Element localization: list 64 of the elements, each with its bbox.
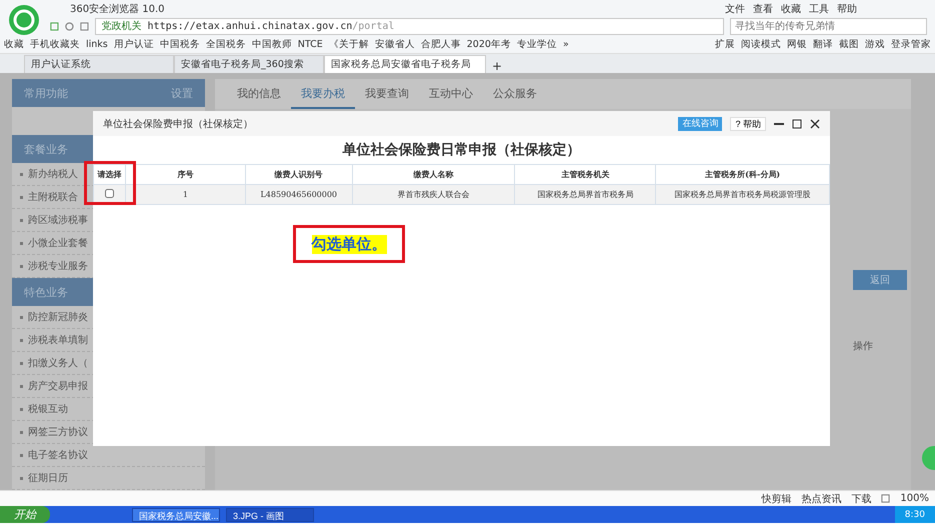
table-header: 请选择 [94, 164, 126, 185]
browser-tab[interactable]: 用户认证系统 [24, 55, 174, 74]
close-icon[interactable] [810, 118, 820, 129]
bookmark-link[interactable]: 全国税务 [206, 38, 246, 51]
start-button[interactable]: 开始 [0, 506, 50, 524]
toolbar-link[interactable]: 阅读模式 [741, 38, 781, 51]
nav-tab[interactable]: 互动中心 [419, 79, 483, 110]
table-header: 缴费人识别号 [245, 164, 352, 185]
bookmark-link[interactable]: 收藏 [4, 38, 24, 51]
bookmark-link[interactable]: links [86, 38, 108, 50]
table-header: 主管税务机关 [514, 164, 656, 185]
table-header: 缴费人名称 [352, 164, 515, 185]
toolbar-link[interactable]: 网银 [787, 38, 807, 51]
toolbar-link[interactable]: 扩展 [715, 38, 735, 51]
toolbar-link[interactable]: 截图 [839, 38, 859, 51]
bookmark-link[interactable]: 合肥人事 [420, 38, 461, 51]
table-cell: 1 [125, 184, 246, 205]
highlight-frame [84, 161, 136, 206]
column-header: 操作 [853, 340, 873, 354]
maximize-icon[interactable] [792, 118, 802, 129]
dialog-title: 单位社会保险费申报（社保核定） [103, 118, 253, 131]
bookmark-link[interactable]: 专业学位 [516, 38, 557, 51]
taskbar-window[interactable]: 3.JPG - 画图 [226, 508, 314, 522]
status-item[interactable]: 下载 [851, 492, 872, 506]
bookmark-link[interactable]: 用户认证 [114, 38, 154, 51]
menu-item[interactable]: 文件 [725, 2, 745, 16]
menu-item[interactable]: 帮助 [837, 2, 857, 16]
bookmark-link[interactable]: 2020年考 [466, 38, 511, 51]
bookmark-link[interactable]: 中国税务 [160, 38, 200, 51]
menu-item[interactable]: 查看 [753, 2, 773, 16]
taskbar-window[interactable]: 国家税务总局安徽... [132, 508, 220, 522]
bookmark-link[interactable]: » [562, 38, 569, 50]
address-field[interactable]: 党政机关 https://etax.anhui.chinatax.gov.cn/portal [94, 18, 724, 35]
bookmark-link[interactable]: 安徽省人 [374, 38, 415, 51]
toolbar-link[interactable]: 登录管家 [891, 38, 931, 51]
bookmark-link[interactable]: NTCE [298, 38, 323, 50]
toolbar-link[interactable]: 翻译 [813, 38, 833, 51]
system-tray: 8:30 [894, 506, 935, 524]
table-cell: 国家税务总局界首市税务局税源管理股 [656, 184, 830, 205]
menu-item[interactable]: 工具 [809, 2, 829, 16]
bookmark-link[interactable]: 中国教师 [252, 38, 292, 51]
nav-tab[interactable]: 公众服务 [483, 79, 547, 110]
bookmark-link[interactable]: 《关于解 [328, 38, 369, 51]
help-button[interactable]: ? 帮助 [730, 116, 766, 131]
nav-tab[interactable]: 我的信息 [227, 79, 291, 110]
table-cell: 界首市残疾人联合会 [352, 184, 515, 205]
zoom-level[interactable]: 100% [900, 493, 929, 504]
table-cell: L48590465600000 [245, 184, 352, 205]
nav-tab[interactable]: 我要查询 [355, 79, 419, 110]
browser-tab[interactable]: 国家税务总局安徽省电子税务局 [324, 55, 486, 74]
browser-title: 360安全浏览器 10.0 [70, 2, 165, 16]
status-item[interactable]: 热点资讯 [801, 492, 842, 506]
row-checkbox[interactable] [104, 189, 114, 198]
browser-tab[interactable]: 安徽省电子税务局_360搜索 [174, 55, 324, 74]
table-cell: 国家税务总局界首市税务局 [514, 184, 656, 205]
new-tab-button[interactable]: + [486, 59, 508, 74]
bookmark-link[interactable]: 手机收藏夹 [30, 38, 80, 51]
toolbar-link[interactable]: 游戏 [865, 38, 885, 51]
table-header: 主管税务所(科-分局) [656, 164, 830, 185]
status-item[interactable]: 快剪辑 [761, 492, 792, 506]
menu-item[interactable]: 收藏 [781, 2, 801, 16]
form-heading: 单位社会保险费日常申报（社保核定） [342, 140, 582, 160]
search-field[interactable]: 寻找当年的传奇兄弟情 [730, 18, 927, 35]
table-header: 序号 [125, 164, 246, 185]
